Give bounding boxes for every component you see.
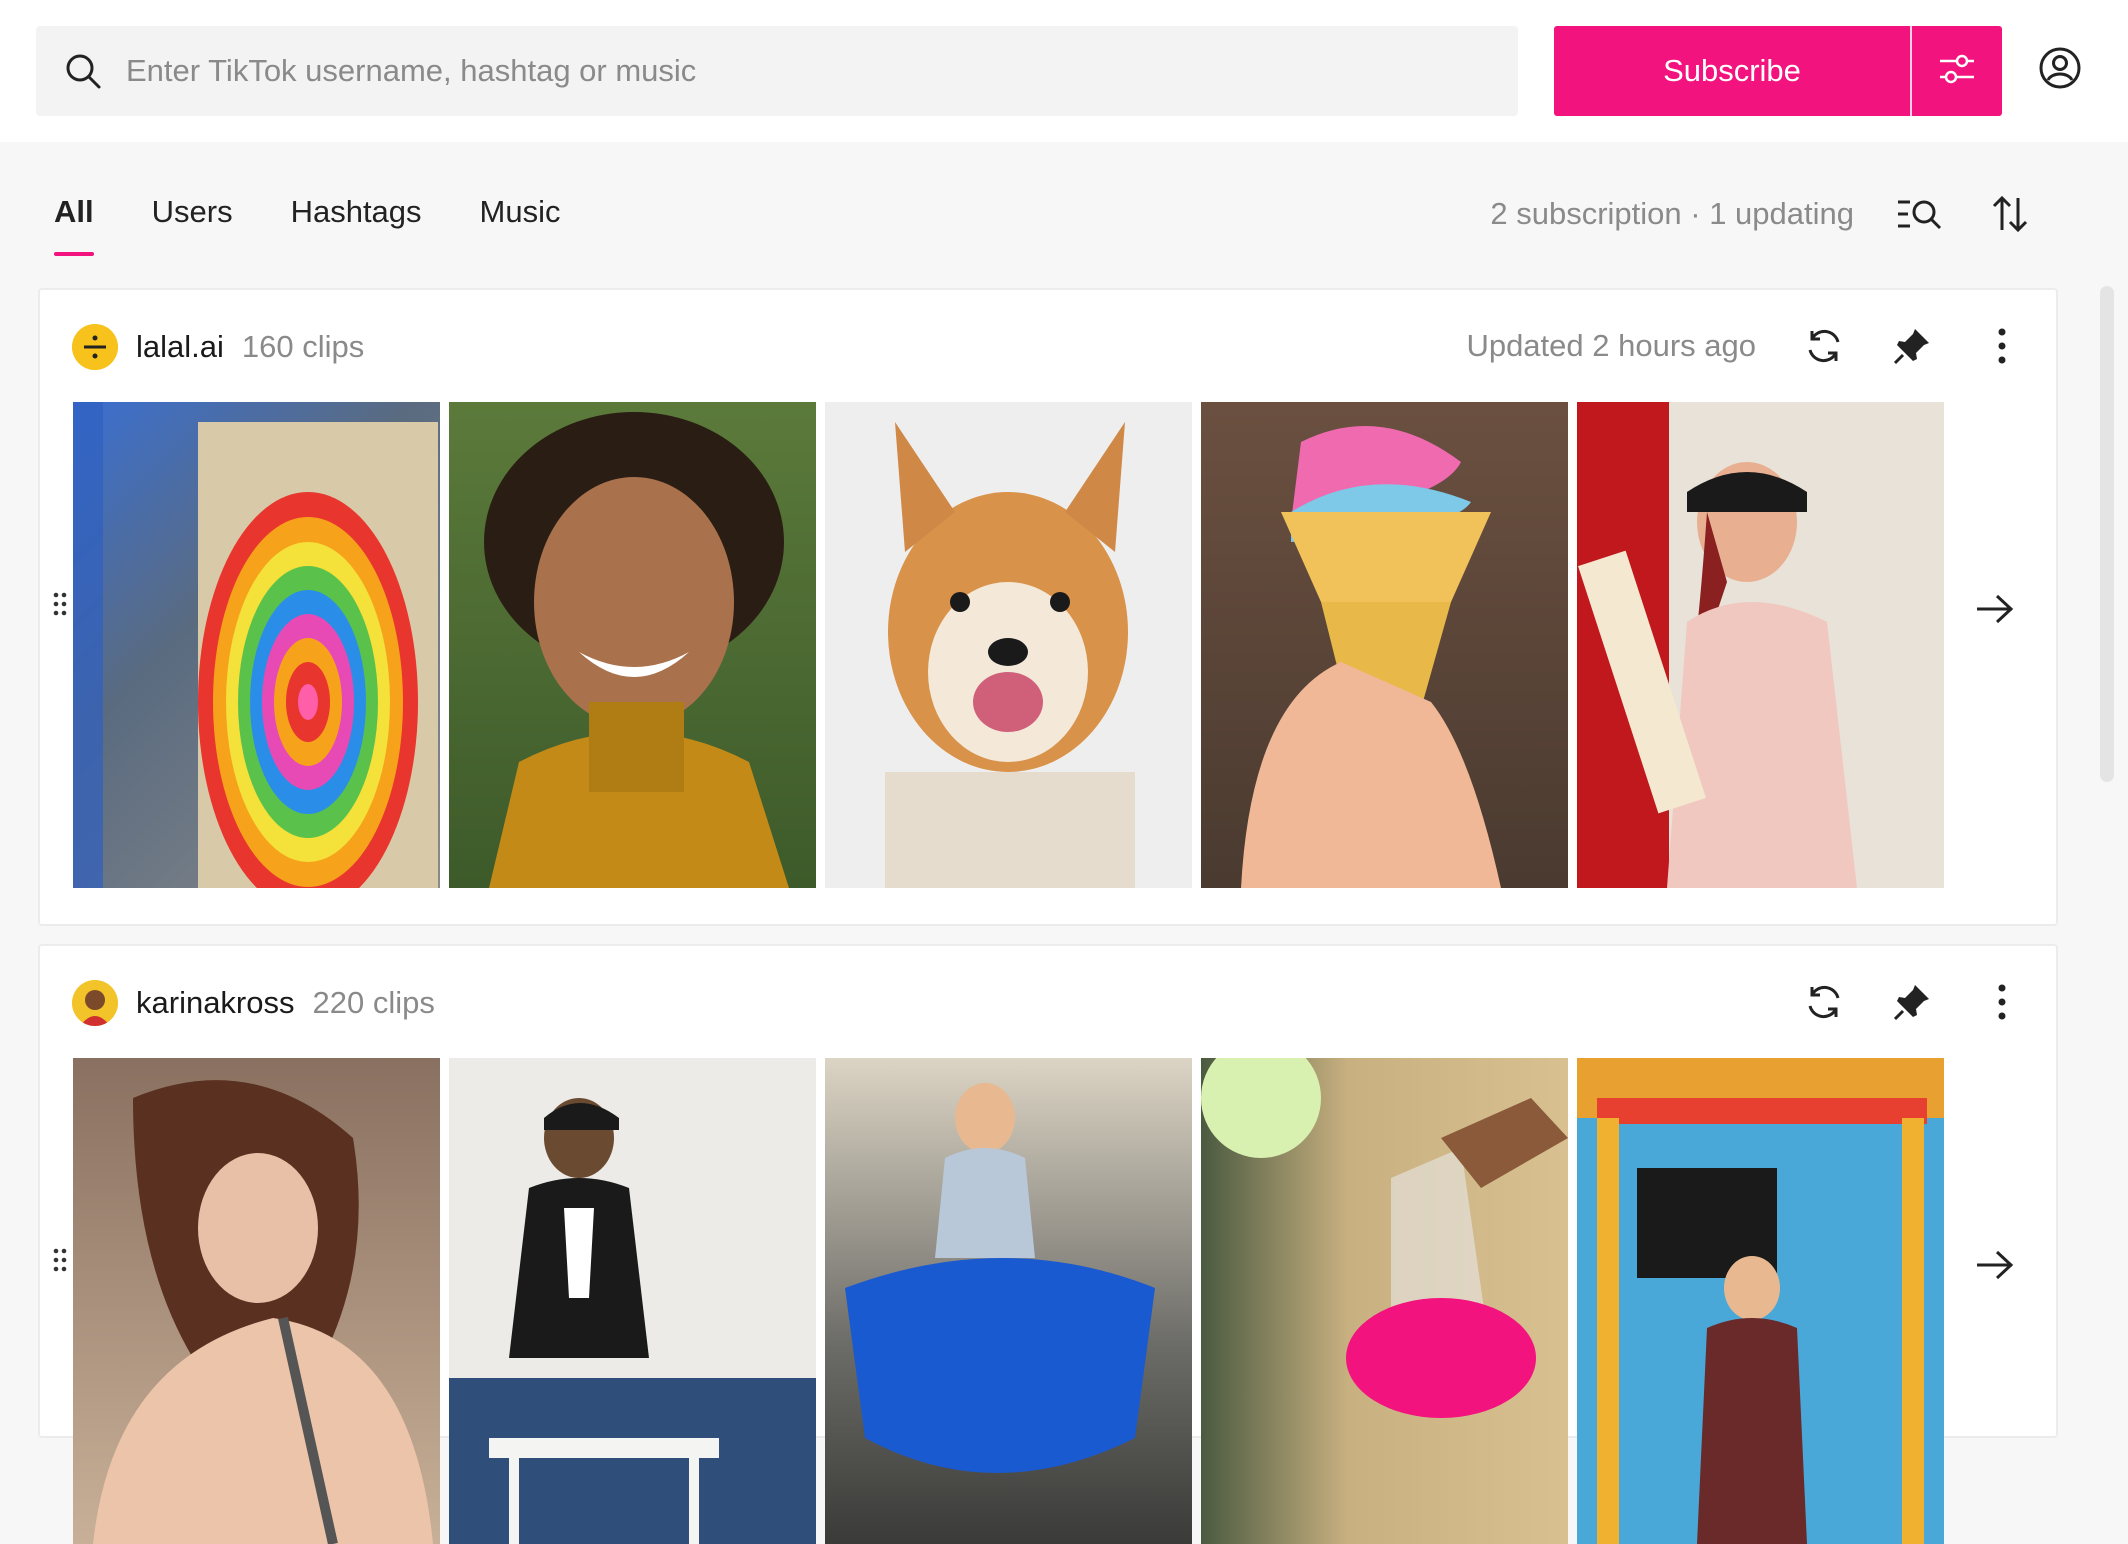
card-header: karinakross 220 clips: [72, 980, 435, 1026]
clip-thumbnail[interactable]: [449, 1058, 816, 1544]
more-vertical-icon: [1996, 326, 2008, 371]
updated-time: Updated 2 hours ago: [1466, 328, 1756, 363]
username-link[interactable]: karinakross: [136, 985, 295, 1021]
subscription-card: karinakross 220 clips: [38, 944, 2058, 1544]
arrow-right-icon: [1975, 593, 2015, 630]
clip-thumbnails: [73, 402, 1944, 888]
pin-button[interactable]: [1888, 980, 1936, 1028]
pin-icon: [1891, 981, 1933, 1028]
list-search-icon: [1896, 194, 1944, 239]
user-circle-icon: [2038, 46, 2082, 95]
refresh-icon: [1803, 325, 1845, 372]
clip-thumbnail[interactable]: [1577, 1058, 1944, 1544]
search-bar[interactable]: [36, 26, 1518, 116]
clip-thumbnail[interactable]: [1201, 402, 1568, 888]
clip-thumbnail[interactable]: [825, 1058, 1192, 1544]
tab-hashtags[interactable]: Hashtags: [291, 194, 422, 230]
filter-button[interactable]: [1912, 26, 2002, 116]
subscription-status: 2 subscription · 1 updating: [1490, 196, 1854, 231]
clip-thumbnail[interactable]: [1201, 1058, 1568, 1544]
scrollbar[interactable]: [2100, 286, 2114, 782]
next-clips-button[interactable]: [1970, 1242, 2020, 1292]
tab-all[interactable]: All: [54, 194, 94, 256]
clip-thumbnail[interactable]: [449, 402, 816, 888]
refresh-button[interactable]: [1800, 980, 1848, 1028]
card-header: lalal.ai 160 clips: [72, 324, 364, 370]
clip-thumbnail[interactable]: [73, 1058, 440, 1544]
top-bar: Subscribe: [0, 0, 2128, 142]
sort-arrows-icon: [1990, 194, 2030, 239]
clip-count: 220 clips: [312, 985, 435, 1020]
sort-button[interactable]: [1986, 192, 2034, 240]
subscribe-button[interactable]: Subscribe: [1554, 26, 1910, 116]
pin-icon: [1891, 325, 1933, 372]
clip-thumbnail[interactable]: [73, 402, 440, 888]
subscribe-button-group: Subscribe: [1554, 26, 2002, 116]
clip-thumbnail[interactable]: [825, 402, 1192, 888]
sliders-icon: [1936, 48, 1978, 95]
refresh-button[interactable]: [1800, 324, 1848, 372]
refresh-icon: [1803, 981, 1845, 1028]
next-clips-button[interactable]: [1970, 586, 2020, 636]
search-icon: [60, 48, 106, 94]
account-button[interactable]: [2036, 46, 2084, 94]
avatar[interactable]: [72, 324, 118, 370]
filter-tabs: All Users Hashtags Music: [54, 194, 619, 256]
clip-thumbnail[interactable]: [1577, 402, 1944, 888]
search-input[interactable]: [126, 53, 1426, 89]
drag-handle[interactable]: [48, 1242, 72, 1282]
more-button[interactable]: [1978, 980, 2026, 1028]
clip-thumbnails: [73, 1058, 1944, 1544]
more-vertical-icon: [1996, 982, 2008, 1027]
username-link[interactable]: lalal.ai: [136, 329, 224, 365]
arrow-right-icon: [1975, 1249, 2015, 1286]
tab-users[interactable]: Users: [152, 194, 233, 230]
drag-handle[interactable]: [48, 586, 72, 626]
avatar[interactable]: [72, 980, 118, 1026]
tab-music[interactable]: Music: [480, 194, 561, 230]
subscription-card: lalal.ai 160 clips Updated 2 hours ago: [38, 288, 2058, 926]
more-button[interactable]: [1978, 324, 2026, 372]
drag-handle-icon: [52, 1247, 68, 1278]
drag-handle-icon: [52, 591, 68, 622]
clip-count: 160 clips: [241, 329, 365, 364]
search-list-button[interactable]: [1896, 192, 1944, 240]
pin-button[interactable]: [1888, 324, 1936, 372]
